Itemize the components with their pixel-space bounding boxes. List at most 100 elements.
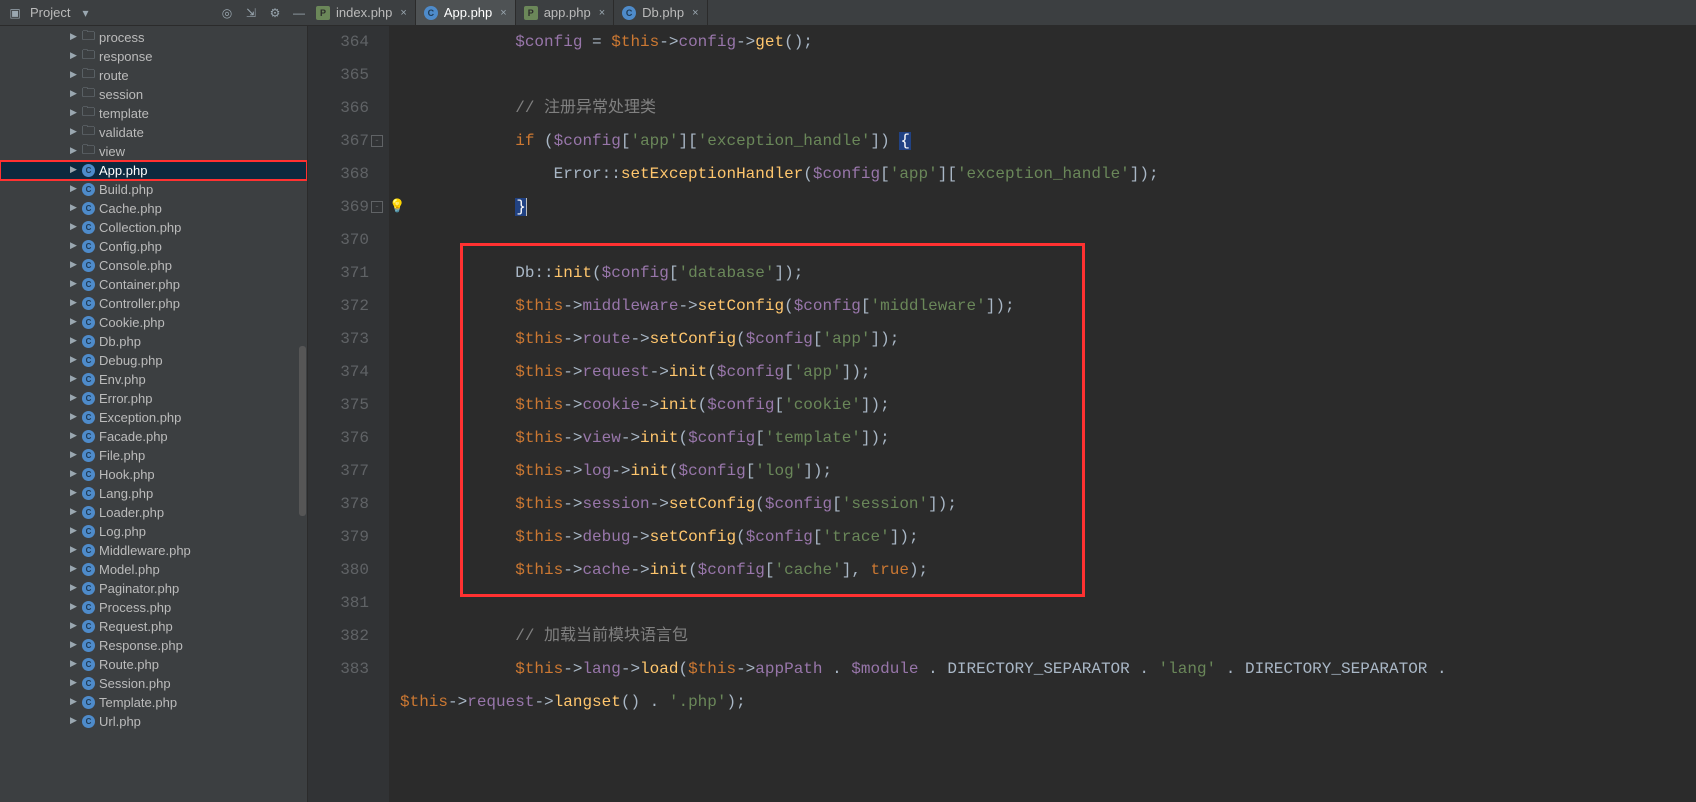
file-container-php[interactable]: ▶CContainer.php bbox=[0, 275, 307, 294]
code-line[interactable]: $this->request->langset() . '.php'); bbox=[400, 686, 1696, 719]
line-number[interactable]: 373 bbox=[308, 323, 369, 356]
line-number[interactable]: 372 bbox=[308, 290, 369, 323]
line-number[interactable]: 365 bbox=[308, 59, 369, 92]
line-number[interactable]: 370 bbox=[308, 224, 369, 257]
expand-arrow-icon[interactable]: ▶ bbox=[70, 183, 78, 194]
code-line[interactable]: $config = $this->config->get(); bbox=[400, 26, 1696, 59]
file-exception-php[interactable]: ▶CException.php bbox=[0, 408, 307, 427]
file-cookie-php[interactable]: ▶CCookie.php bbox=[0, 313, 307, 332]
close-icon[interactable]: × bbox=[500, 7, 506, 19]
file-env-php[interactable]: ▶CEnv.php bbox=[0, 370, 307, 389]
folder-template[interactable]: ▶🗀template bbox=[0, 104, 307, 123]
expand-arrow-icon[interactable]: ▶ bbox=[70, 715, 78, 726]
code-line[interactable] bbox=[400, 587, 1696, 620]
code-line[interactable]: $this->request->init($config['app']); bbox=[400, 356, 1696, 389]
line-number[interactable]: 366 bbox=[308, 92, 369, 125]
code-area[interactable]: $config = $this->config->get(); // 注册异常处… bbox=[390, 26, 1696, 802]
file-process-php[interactable]: ▶CProcess.php bbox=[0, 598, 307, 617]
expand-arrow-icon[interactable]: ▶ bbox=[70, 411, 78, 422]
code-editor[interactable]: --💡 364365366367368369370371372373374375… bbox=[308, 26, 1696, 802]
code-line[interactable]: $this->log->init($config['log']); bbox=[400, 455, 1696, 488]
code-line[interactable]: $this->route->setConfig($config['app']); bbox=[400, 323, 1696, 356]
project-tree-scrollbar[interactable] bbox=[299, 346, 306, 516]
file-response-php[interactable]: ▶CResponse.php bbox=[0, 636, 307, 655]
folder-validate[interactable]: ▶🗀validate bbox=[0, 123, 307, 142]
tab-app-php[interactable]: CApp.php× bbox=[416, 0, 516, 25]
file-url-php[interactable]: ▶CUrl.php bbox=[0, 712, 307, 731]
code-line[interactable]: // 加载当前模块语言包 bbox=[400, 620, 1696, 653]
expand-arrow-icon[interactable]: ▶ bbox=[70, 487, 78, 498]
file-paginator-php[interactable]: ▶CPaginator.php bbox=[0, 579, 307, 598]
expand-arrow-icon[interactable]: ▶ bbox=[70, 658, 78, 669]
expand-arrow-icon[interactable]: ▶ bbox=[70, 164, 78, 175]
fold-start-icon[interactable]: - bbox=[371, 135, 383, 147]
file-build-php[interactable]: ▶CBuild.php bbox=[0, 180, 307, 199]
line-number[interactable]: 367 bbox=[308, 125, 369, 158]
minimize-icon[interactable]: — bbox=[290, 4, 308, 22]
line-number[interactable]: 375 bbox=[308, 389, 369, 422]
expand-arrow-icon[interactable]: ▶ bbox=[70, 297, 78, 308]
file-template-php[interactable]: ▶CTemplate.php bbox=[0, 693, 307, 712]
expand-arrow-icon[interactable]: ▶ bbox=[70, 677, 78, 688]
expand-arrow-icon[interactable]: ▶ bbox=[70, 221, 78, 232]
file-hook-php[interactable]: ▶CHook.php bbox=[0, 465, 307, 484]
tab-app-php[interactable]: Papp.php× bbox=[516, 0, 614, 25]
gear-icon[interactable]: ⚙ bbox=[266, 4, 284, 22]
code-line[interactable]: Error::setExceptionHandler($config['app'… bbox=[400, 158, 1696, 191]
expand-arrow-icon[interactable]: ▶ bbox=[70, 145, 78, 156]
file-controller-php[interactable]: ▶CController.php bbox=[0, 294, 307, 313]
file-db-php[interactable]: ▶CDb.php bbox=[0, 332, 307, 351]
expand-arrow-icon[interactable]: ▶ bbox=[70, 50, 78, 61]
file-model-php[interactable]: ▶CModel.php bbox=[0, 560, 307, 579]
line-number[interactable]: 379 bbox=[308, 521, 369, 554]
expand-arrow-icon[interactable]: ▶ bbox=[70, 107, 78, 118]
file-app-php[interactable]: ▶CApp.php bbox=[0, 161, 307, 180]
file-log-php[interactable]: ▶CLog.php bbox=[0, 522, 307, 541]
expand-arrow-icon[interactable]: ▶ bbox=[70, 563, 78, 574]
file-cache-php[interactable]: ▶CCache.php bbox=[0, 199, 307, 218]
fold-end-icon[interactable]: - bbox=[371, 201, 383, 213]
file-debug-php[interactable]: ▶CDebug.php bbox=[0, 351, 307, 370]
code-line[interactable] bbox=[400, 59, 1696, 92]
tab-db-php[interactable]: CDb.php× bbox=[614, 0, 707, 25]
expand-arrow-icon[interactable]: ▶ bbox=[70, 392, 78, 403]
code-line[interactable]: $this->middleware->setConfig($config['mi… bbox=[400, 290, 1696, 323]
code-line[interactable]: $this->lang->load($this->appPath . $modu… bbox=[400, 653, 1696, 686]
expand-arrow-icon[interactable]: ▶ bbox=[70, 373, 78, 384]
chevron-down-icon[interactable]: ▾ bbox=[76, 4, 94, 22]
expand-arrow-icon[interactable]: ▶ bbox=[70, 468, 78, 479]
code-line[interactable]: Db::init($config['database']); bbox=[400, 257, 1696, 290]
file-facade-php[interactable]: ▶CFacade.php bbox=[0, 427, 307, 446]
line-number[interactable]: 374 bbox=[308, 356, 369, 389]
expand-arrow-icon[interactable]: ▶ bbox=[70, 601, 78, 612]
code-line[interactable]: if ($config['app']['exception_handle']) … bbox=[400, 125, 1696, 158]
expand-arrow-icon[interactable]: ▶ bbox=[70, 88, 78, 99]
line-number[interactable]: 371 bbox=[308, 257, 369, 290]
file-collection-php[interactable]: ▶CCollection.php bbox=[0, 218, 307, 237]
file-route-php[interactable]: ▶CRoute.php bbox=[0, 655, 307, 674]
expand-arrow-icon[interactable]: ▶ bbox=[70, 335, 78, 346]
close-icon[interactable]: × bbox=[692, 7, 698, 19]
line-number[interactable] bbox=[308, 686, 369, 719]
tab-index-php[interactable]: Pindex.php× bbox=[308, 0, 416, 25]
file-lang-php[interactable]: ▶CLang.php bbox=[0, 484, 307, 503]
project-panel-title[interactable]: Project bbox=[30, 5, 70, 20]
expand-arrow-icon[interactable]: ▶ bbox=[70, 240, 78, 251]
file-config-php[interactable]: ▶CConfig.php bbox=[0, 237, 307, 256]
expand-arrow-icon[interactable]: ▶ bbox=[70, 449, 78, 460]
file-request-php[interactable]: ▶CRequest.php bbox=[0, 617, 307, 636]
code-line[interactable]: // 注册异常处理类 bbox=[400, 92, 1696, 125]
file-file-php[interactable]: ▶CFile.php bbox=[0, 446, 307, 465]
folder-route[interactable]: ▶🗀route bbox=[0, 66, 307, 85]
line-number[interactable]: 381 bbox=[308, 587, 369, 620]
line-number[interactable]: 383 bbox=[308, 653, 369, 686]
expand-arrow-icon[interactable]: ▶ bbox=[70, 202, 78, 213]
expand-arrow-icon[interactable]: ▶ bbox=[70, 259, 78, 270]
line-number[interactable]: 369 bbox=[308, 191, 369, 224]
code-line[interactable]: $this->debug->setConfig($config['trace']… bbox=[400, 521, 1696, 554]
expand-arrow-icon[interactable]: ▶ bbox=[70, 544, 78, 555]
file-error-php[interactable]: ▶CError.php bbox=[0, 389, 307, 408]
folder-process[interactable]: ▶🗀process bbox=[0, 28, 307, 47]
expand-arrow-icon[interactable]: ▶ bbox=[70, 316, 78, 327]
expand-arrow-icon[interactable]: ▶ bbox=[70, 126, 78, 137]
